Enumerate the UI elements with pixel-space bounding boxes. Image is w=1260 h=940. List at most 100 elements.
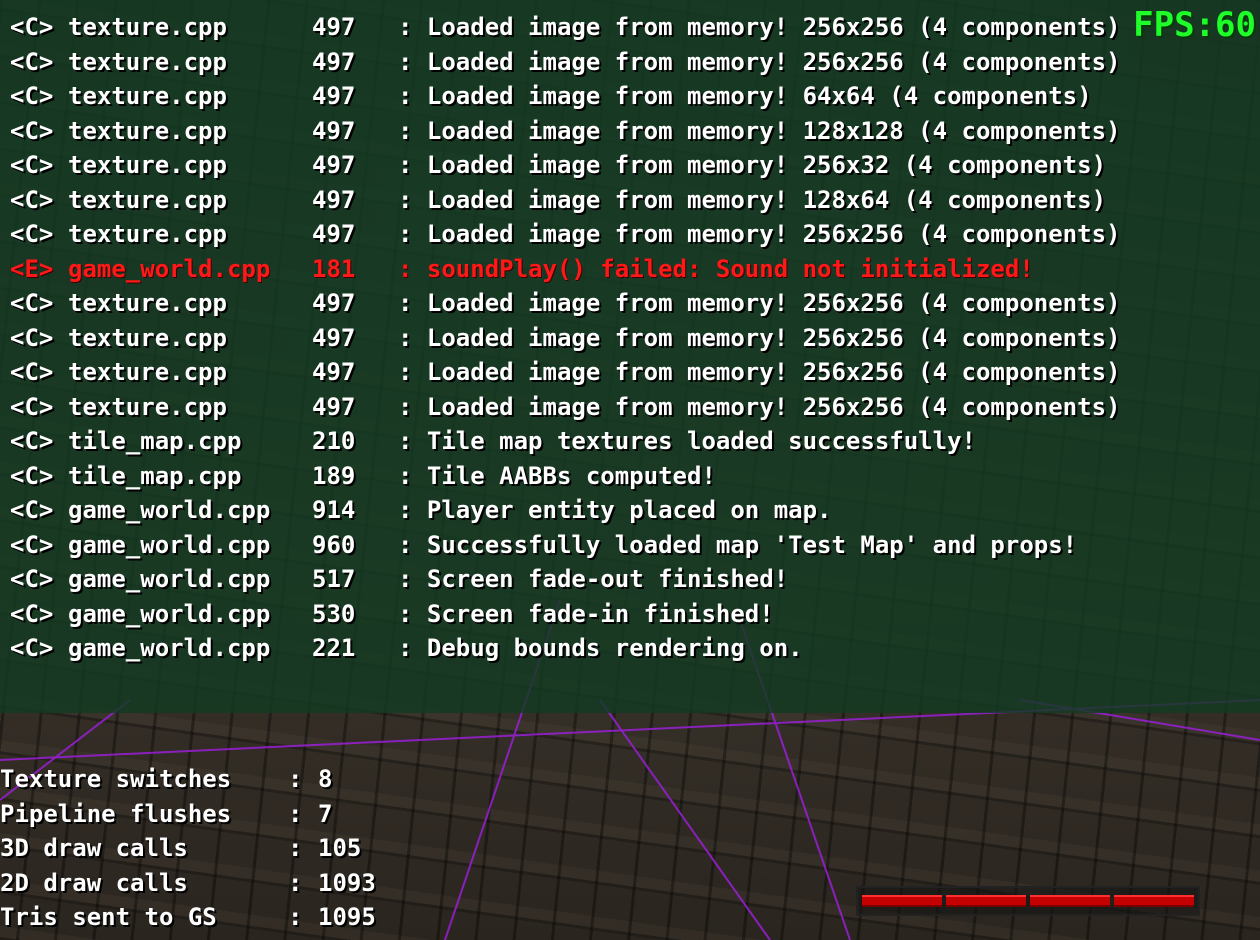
- source-file: texture.cpp: [68, 82, 227, 110]
- stat-row: Pipeline flushes:7: [0, 797, 376, 832]
- source-line-number: 497: [312, 13, 356, 41]
- separator: :: [398, 599, 427, 628]
- console-line: <C> texture.cpp 497: Loaded image from mem…: [10, 79, 1120, 114]
- console-log: <C> texture.cpp 497: Loaded image from mem…: [10, 10, 1120, 666]
- stat-value: 8: [318, 765, 333, 793]
- separator: :: [398, 461, 427, 490]
- console-line: <C> texture.cpp 497: Loaded image from mem…: [10, 217, 1120, 252]
- source-file: tile_map.cpp: [68, 461, 242, 490]
- log-message: Loaded image from memory! 256x256 (4 com…: [426, 289, 1121, 317]
- console-line: <C> texture.cpp 497: Loaded image from mem…: [10, 321, 1120, 356]
- log-message: Debug bounds rendering on.: [426, 634, 803, 662]
- stat-value: 7: [318, 799, 333, 828]
- log-level-tag: <C>: [10, 530, 54, 559]
- fps-counter: FPS:60: [1133, 5, 1256, 45]
- separator: :: [398, 565, 427, 593]
- console-line: <C> game_world.cpp 914: Player entity plac…: [10, 493, 1120, 528]
- log-level-tag: <C>: [10, 392, 54, 421]
- source-file: texture.cpp: [68, 323, 227, 352]
- separator: :: [398, 530, 427, 559]
- separator: :: [288, 903, 303, 931]
- stat-row: 2D draw calls:1093: [0, 866, 376, 901]
- source-line-number: 960: [312, 530, 356, 559]
- console-line: <C> texture.cpp 497: Loaded image from mem…: [10, 114, 1120, 149]
- separator: :: [398, 496, 427, 524]
- stat-row: Texture switches:8: [0, 762, 376, 797]
- source-file: texture.cpp: [68, 47, 227, 76]
- source-file: game_world.cpp: [68, 634, 271, 662]
- source-line-number: 221: [312, 634, 356, 662]
- source-line-number: 497: [312, 358, 356, 386]
- source-line-number: 497: [312, 116, 356, 145]
- source-file: texture.cpp: [68, 116, 227, 145]
- console-line: <C> texture.cpp 497: Loaded image from mem…: [10, 148, 1120, 183]
- log-message: Screen fade-out finished!: [426, 565, 789, 593]
- separator: :: [398, 254, 427, 283]
- source-line-number: 530: [312, 599, 356, 628]
- separator: :: [288, 765, 303, 793]
- console-line: <C> game_world.cpp 517: Screen fade-out fi…: [10, 562, 1120, 597]
- log-message: Loaded image from memory! 256x256 (4 com…: [426, 47, 1121, 76]
- source-file: texture.cpp: [68, 151, 227, 179]
- source-line-number: 497: [312, 82, 356, 110]
- source-file: texture.cpp: [68, 289, 227, 317]
- console-line: <C> texture.cpp 497: Loaded image from mem…: [10, 45, 1120, 80]
- separator: :: [398, 634, 427, 662]
- console-line: <C> texture.cpp 497: Loaded image from mem…: [10, 10, 1120, 45]
- log-level-tag: <C>: [10, 634, 54, 662]
- log-level-tag: <C>: [10, 599, 54, 628]
- health-segment: [946, 895, 1026, 907]
- source-line-number: 517: [312, 565, 356, 593]
- separator: :: [288, 834, 303, 862]
- source-file: game_world.cpp: [68, 565, 271, 593]
- stat-label: 2D draw calls: [0, 868, 188, 897]
- separator: :: [398, 323, 427, 352]
- stat-label: Tris sent to GS: [0, 903, 217, 931]
- source-file: game_world.cpp: [68, 530, 271, 559]
- log-message: soundPlay() failed: Sound not initialize…: [426, 254, 1034, 283]
- render-stats: Texture switches:8 Pipeline flushes:7 3D d…: [0, 762, 376, 935]
- log-level-tag: <C>: [10, 220, 54, 248]
- source-line-number: 497: [312, 392, 356, 421]
- separator: :: [398, 151, 427, 179]
- source-file: game_world.cpp: [68, 254, 271, 283]
- health-segment: [1114, 895, 1194, 907]
- console-line: <C> game_world.cpp 530: Screen fade-in fin…: [10, 597, 1120, 632]
- source-file: texture.cpp: [68, 13, 227, 41]
- separator: :: [398, 289, 427, 317]
- log-level-tag: <C>: [10, 185, 54, 214]
- log-message: Loaded image from memory! 128x64 (4 comp…: [426, 185, 1107, 214]
- log-message: Screen fade-in finished!: [426, 599, 774, 628]
- source-line-number: 497: [312, 185, 356, 214]
- log-level-tag: <C>: [10, 358, 54, 386]
- log-message: Tile map textures loaded successfully!: [426, 427, 976, 455]
- log-message: Successfully loaded map 'Test Map' and p…: [426, 530, 1078, 559]
- source-file: game_world.cpp: [68, 599, 271, 628]
- source-file: game_world.cpp: [68, 496, 271, 524]
- console-line: <C> texture.cpp 497: Loaded image from mem…: [10, 183, 1120, 218]
- separator: :: [398, 82, 427, 110]
- separator: :: [398, 116, 427, 145]
- source-line-number: 497: [312, 47, 356, 76]
- separator: :: [288, 868, 303, 897]
- log-level-tag: <C>: [10, 47, 54, 76]
- source-line-number: 497: [312, 289, 356, 317]
- log-message: Loaded image from memory! 256x256 (4 com…: [426, 220, 1121, 248]
- separator: :: [398, 358, 427, 386]
- log-message: Loaded image from memory! 256x256 (4 com…: [426, 13, 1121, 41]
- debug-console: <C> texture.cpp 497: Loaded image from mem…: [0, 0, 1260, 713]
- log-level-tag: <C>: [10, 13, 54, 41]
- console-error-line: <E> game_world.cpp 181: soundPlay() failed…: [10, 252, 1120, 287]
- log-message: Loaded image from memory! 64x64 (4 compo…: [426, 82, 1092, 110]
- log-level-tag: <C>: [10, 323, 54, 352]
- log-message: Loaded image from memory! 256x256 (4 com…: [426, 392, 1121, 421]
- log-level-tag: <C>: [10, 496, 54, 524]
- stat-label: Texture switches: [0, 765, 232, 793]
- console-line: <C> tile_map.cpp 210: Tile map textures lo…: [10, 424, 1120, 459]
- log-message: Loaded image from memory! 256x32 (4 comp…: [426, 151, 1107, 179]
- console-line: <C> tile_map.cpp 189: Tile AABBs computed!: [10, 459, 1120, 494]
- console-line: <C> game_world.cpp 221: Debug bounds rende…: [10, 631, 1120, 666]
- source-file: texture.cpp: [68, 392, 227, 421]
- source-line-number: 189: [312, 461, 356, 490]
- log-message: Tile AABBs computed!: [426, 461, 716, 490]
